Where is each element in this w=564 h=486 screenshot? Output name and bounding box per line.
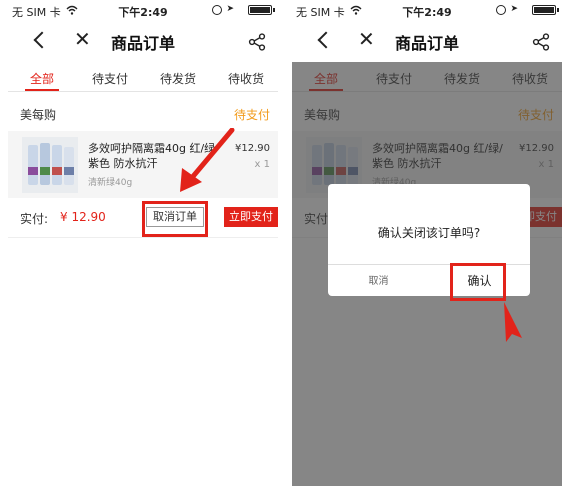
pay-now-button[interactable]: 立即支付 (224, 207, 278, 227)
active-tab-indicator (25, 89, 59, 91)
share-icon[interactable] (532, 33, 550, 51)
product-spec: 清新绿40g (88, 178, 133, 188)
screen-left: 无 SIM 卡 下午2:49 ➤ ✕ 商品订单 全部 待支付 待发货 待收货 美… (8, 0, 278, 486)
tab-pending-shipment[interactable]: 待发货 (148, 70, 208, 87)
rotation-lock-icon (496, 5, 506, 15)
location-icon: ➤ (510, 4, 518, 14)
shop-row: 美每购 待支付 (8, 94, 278, 130)
tab-all[interactable]: 全部 (12, 70, 72, 87)
tab-pending-receipt[interactable]: 待收货 (216, 70, 276, 87)
order-tabs: 全部 待支付 待发货 待收货 (8, 62, 278, 92)
product-price: ¥12.90 (235, 143, 270, 154)
highlight-box (450, 263, 506, 301)
battery-icon (532, 5, 559, 15)
battery-icon (248, 5, 275, 15)
screen-right: 无 SIM 卡 下午2:49 ➤ ✕ 商品订单 全部 待支付 待发货 待收货 美… (292, 0, 562, 486)
nav-bar: ✕ 商品订单 (292, 26, 562, 60)
highlight-box (142, 201, 208, 237)
paid-amount: ¥ 12.90 (60, 210, 106, 224)
clock-text: 下午2:49 (118, 6, 168, 19)
tab-pending-payment[interactable]: 待支付 (80, 70, 140, 87)
paid-label: 实付: (20, 212, 49, 226)
dialog-cancel-button[interactable]: 取消 (328, 272, 429, 287)
product-item[interactable]: 多效呵护隔离霜40g 红/绿/紫色 防水抗汗 清新绿40g ¥12.90 x 1 (8, 131, 278, 198)
status-bar: 无 SIM 卡 下午2:49 ➤ (292, 0, 562, 20)
page-title: 商品订单 (394, 34, 459, 53)
nav-bar: ✕ 商品订单 (8, 26, 278, 60)
red-cursor-icon (504, 302, 522, 342)
product-quantity: x 1 (254, 159, 270, 170)
order-status-badge: 待支付 (233, 108, 270, 122)
rotation-lock-icon (212, 5, 222, 15)
share-icon[interactable] (248, 33, 266, 51)
status-bar: 无 SIM 卡 下午2:49 ➤ (8, 0, 278, 20)
page-title: 商品订单 (110, 34, 175, 53)
shop-name[interactable]: 美每购 (20, 106, 56, 123)
product-thumbnail (22, 137, 78, 193)
dialog-message: 确认关闭该订单吗? (377, 226, 481, 240)
location-icon: ➤ (226, 4, 234, 14)
red-arrow-icon (180, 128, 235, 192)
clock-text: 下午2:49 (402, 6, 452, 19)
